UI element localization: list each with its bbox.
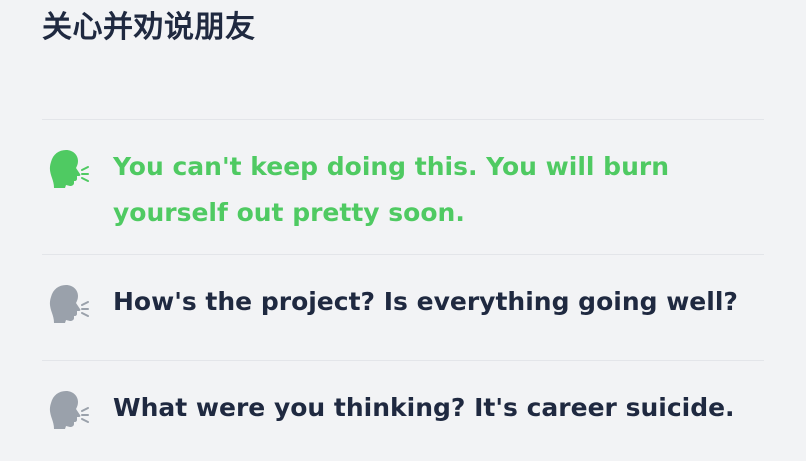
response-option-1[interactable]: You can't keep doing this. You will burn… xyxy=(42,119,764,254)
response-option-text: What were you thinking? It's career suic… xyxy=(113,393,735,422)
response-options-list: You can't keep doing this. You will burn… xyxy=(42,119,764,461)
speaking-head-icon xyxy=(48,283,90,323)
response-option-text: How's the project? Is everything going w… xyxy=(113,287,738,316)
speaking-head-icon xyxy=(48,389,90,429)
page-title: 关心并劝说朋友 xyxy=(42,10,256,45)
speaking-head-icon xyxy=(48,148,90,188)
response-option-2[interactable]: How's the project? Is everything going w… xyxy=(42,254,764,360)
response-option-text: You can't keep doing this. You will burn… xyxy=(113,152,669,227)
response-option-3[interactable]: What were you thinking? It's career suic… xyxy=(42,360,764,461)
